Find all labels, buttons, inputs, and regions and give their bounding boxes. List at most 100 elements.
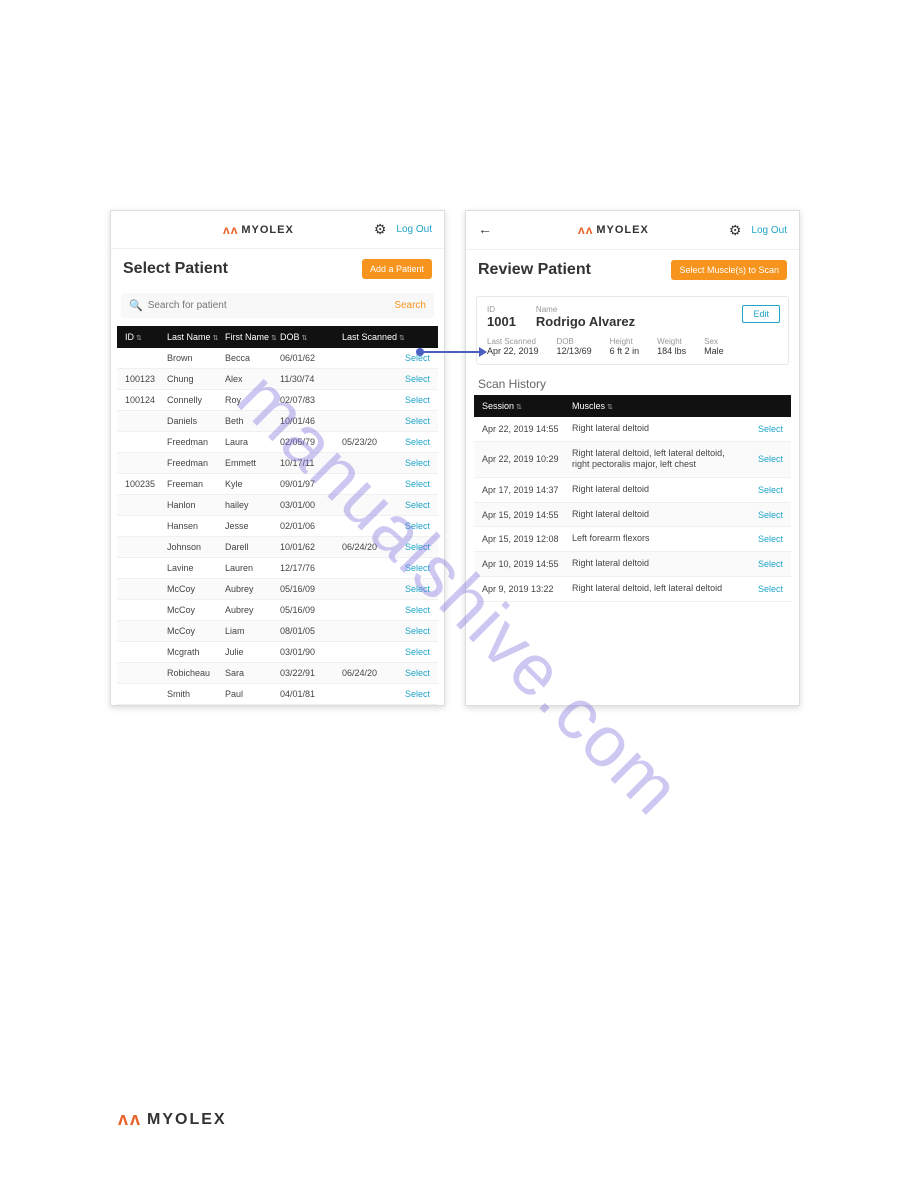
cell-session: Apr 22, 2019 10:29 [482,454,572,464]
select-link[interactable]: Select [405,437,430,447]
select-link[interactable]: Select [758,584,783,594]
cell-muscles: Right lateral deltoid, left lateral delt… [572,583,745,595]
sort-icon: ⇅ [302,334,308,342]
cell-last: Hanlon [167,500,225,510]
brand-text: MYOLEX [596,224,648,236]
id-label: ID [487,305,516,314]
table-row: 100123ChungAlex11/30/74Select [117,369,438,390]
select-link[interactable]: Select [405,395,430,405]
select-link[interactable]: Select [405,479,430,489]
cell-last: Robicheau [167,668,225,678]
cell-muscles: Left forearm flexors [572,533,745,545]
cell-first: Laura [225,437,280,447]
select-link[interactable]: Select [758,510,783,520]
cell-scanned: 06/24/20 [342,668,392,678]
table-row: Apr 22, 2019 10:29Right lateral deltoid,… [474,442,791,478]
col-id[interactable]: ID⇅ [125,332,167,342]
select-link[interactable]: Select [405,689,430,699]
cell-last: Smith [167,689,225,699]
select-link[interactable]: Select [405,458,430,468]
title-row: Review Patient Select Muscle(s) to Scan [466,250,799,290]
col-scanned[interactable]: Last Scanned⇅ [342,332,430,342]
col-muscles[interactable]: Muscles⇅ [572,401,783,411]
add-patient-button[interactable]: Add a Patient [362,259,432,279]
cell-muscles: Right lateral deltoid [572,484,745,496]
table-row: FreedmanLaura02/05/7905/23/20Select [117,432,438,453]
cell-session: Apr 15, 2019 14:55 [482,510,572,520]
table-row: McCoyLiam08/01/05Select [117,621,438,642]
patient-name: Rodrigo Alvarez [536,314,635,329]
select-link[interactable]: Select [405,416,430,426]
cell-id: 100124 [125,395,167,405]
cell-first: Sara [225,668,280,678]
edit-button[interactable]: Edit [742,305,780,323]
cell-dob: 03/01/90 [280,647,342,657]
col-first[interactable]: First Name⇅ [225,332,280,342]
cell-dob: 10/17/11 [280,458,342,468]
cell-last: Chung [167,374,225,384]
select-link[interactable]: Select [405,563,430,573]
cell-muscles: Right lateral deltoid, left lateral delt… [572,448,745,471]
logout-link[interactable]: Log Out [396,224,432,235]
sort-icon: ⇅ [213,334,219,342]
gear-icon[interactable]: ⚙ [729,222,742,239]
table-row: Apr 9, 2019 13:22Right lateral deltoid, … [474,577,791,602]
select-link[interactable]: Select [405,605,430,615]
brand-logo: ᴧᴧ MYOLEX [223,223,294,237]
col-session[interactable]: Session⇅ [482,401,572,411]
col-dob[interactable]: DOB⇅ [280,332,342,342]
select-link[interactable]: Select [405,626,430,636]
brand-glyph-icon: ᴧᴧ [223,223,238,237]
cell-last: Mcgrath [167,647,225,657]
select-link[interactable]: Select [758,485,783,495]
cell-muscles: Right lateral deltoid [572,423,745,435]
select-link[interactable]: Select [758,454,783,464]
cell-dob: 08/01/05 [280,626,342,636]
cell-dob: 03/22/91 [280,668,342,678]
patients-table-header: ID⇅ Last Name⇅ First Name⇅ DOB⇅ Last Sca… [117,326,438,348]
brand-glyph-icon: ᴧᴧ [118,1109,142,1130]
select-link[interactable]: Select [405,668,430,678]
search-button[interactable]: Search [394,300,426,311]
cell-last: Johnson [167,542,225,552]
cell-first: hailey [225,500,280,510]
table-row: Apr 22, 2019 14:55Right lateral deltoid S… [474,417,791,442]
cell-dob: 05/16/09 [280,584,342,594]
back-arrow-icon[interactable]: ← [478,221,492,237]
cell-id: 100123 [125,374,167,384]
select-link[interactable]: Select [405,500,430,510]
select-link[interactable]: Select [758,424,783,434]
table-row: LavineLauren12/17/76 Select [117,558,438,579]
select-link[interactable]: Select [405,521,430,531]
search-input[interactable] [148,300,395,311]
col-last[interactable]: Last Name⇅ [167,332,225,342]
cell-last: Brown [167,353,225,363]
cell-last: McCoy [167,626,225,636]
select-link[interactable]: Select [758,559,783,569]
logout-link[interactable]: Log Out [751,225,787,236]
cell-session: Apr 22, 2019 14:55 [482,424,572,434]
cell-last: Lavine [167,563,225,573]
table-row: Apr 17, 2019 14:37Right lateral deltoidS… [474,478,791,503]
select-muscles-button[interactable]: Select Muscle(s) to Scan [671,260,787,280]
cell-scanned: 05/23/20 [342,437,392,447]
cell-dob: 02/07/83 [280,395,342,405]
brand-logo: ᴧᴧ MYOLEX [578,223,649,237]
table-row: JohnsonDarell10/01/6206/24/20Select [117,537,438,558]
cell-dob: 12/17/76 [280,563,342,573]
cell-muscles: Right lateral deltoid [572,509,745,521]
gear-icon[interactable]: ⚙ [374,221,387,238]
select-link[interactable]: Select [405,647,430,657]
select-link[interactable]: Select [405,584,430,594]
select-link[interactable]: Select [758,534,783,544]
cell-last: Freedman [167,458,225,468]
cell-first: Beth [225,416,280,426]
cell-first: Lauren [225,563,280,573]
table-row: HansenJesse02/01/06Select [117,516,438,537]
select-link[interactable]: Select [405,374,430,384]
footer-brand: ᴧᴧ MYOLEX [118,1109,227,1130]
cell-last: Freedman [167,437,225,447]
table-row: BrownBecca06/01/62Select [117,348,438,369]
sort-icon: ⇅ [607,403,613,411]
select-link[interactable]: Select [405,542,430,552]
